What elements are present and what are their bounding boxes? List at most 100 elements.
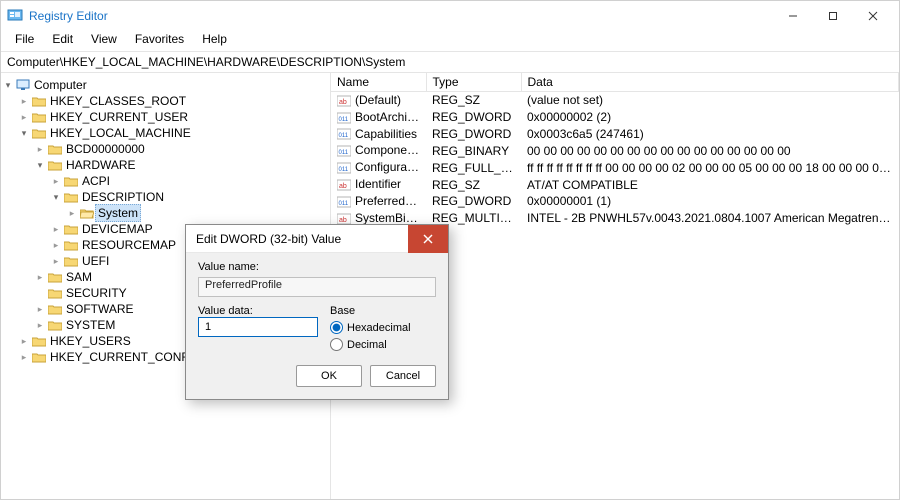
menu-view[interactable]: View [83, 31, 125, 51]
computer-icon [15, 79, 31, 91]
tree-node-label: DESCRIPTION [79, 189, 167, 205]
radio-hexadecimal[interactable]: Hexadecimal [330, 321, 411, 334]
chevron-down-icon[interactable]: ▾ [33, 157, 47, 173]
minimize-button[interactable] [773, 3, 813, 29]
value-type: REG_SZ [426, 92, 521, 109]
tree-node[interactable]: ▸ HKEY_CLASSES_ROOT [1, 93, 330, 109]
tree-node[interactable]: ▾HKEY_LOCAL_MACHINE [1, 125, 330, 141]
tree-node[interactable]: ▸ System [1, 205, 330, 221]
value-row[interactable]: 011PreferredProfileREG_DWORD0x00000001 (… [331, 193, 899, 210]
folder-icon [47, 288, 63, 299]
value-type: REG_SZ [426, 176, 521, 193]
tree-node-label: RESOURCEMAP [79, 237, 179, 253]
chevron-right-icon[interactable]: ▸ [33, 141, 47, 157]
tree-node[interactable]: ▾ DESCRIPTION [1, 189, 330, 205]
chevron-right-icon[interactable]: ▸ [17, 109, 31, 125]
value-data: 0x00000001 (1) [521, 193, 899, 210]
chevron-right-icon[interactable]: ▸ [49, 237, 63, 253]
tree-node-label: UEFI [79, 253, 112, 269]
dialog-body: Value name: PreferredProfile Value data:… [186, 253, 448, 399]
radio-decimal[interactable]: Decimal [330, 338, 411, 351]
tree-node-label: HKEY_CURRENT_CONFIG [47, 349, 204, 365]
value-name: abIdentifier [331, 176, 426, 193]
value-data: 0x00000002 (2) [521, 109, 899, 126]
menu-file[interactable]: File [7, 31, 42, 51]
app-icon [7, 8, 23, 24]
chevron-down-icon[interactable]: ▾ [49, 189, 63, 205]
value-type-icon: 011 [337, 161, 351, 175]
tree-node-label: SAM [63, 269, 95, 285]
tree-node-label: SOFTWARE [63, 301, 137, 317]
chevron-right-icon[interactable]: ▸ [33, 269, 47, 285]
value-data-label: Value data: [198, 305, 318, 317]
chevron-right-icon[interactable]: ▸ [17, 93, 31, 109]
chevron-right-icon[interactable]: ▸ [65, 205, 79, 221]
value-type: REG_BINARY [426, 142, 521, 159]
cancel-button[interactable]: Cancel [370, 365, 436, 387]
chevron-right-icon[interactable]: ▸ [33, 317, 47, 333]
chevron-right-icon[interactable]: ▸ [49, 253, 63, 269]
value-data-input[interactable] [198, 317, 318, 337]
value-type-icon: 011 [337, 195, 351, 209]
tree-node-label: ACPI [79, 173, 113, 189]
menu-help[interactable]: Help [194, 31, 235, 51]
value-row[interactable]: 011CapabilitiesREG_DWORD0x0003c6a5 (2474… [331, 126, 899, 143]
folder-icon [47, 160, 63, 171]
menu-favorites[interactable]: Favorites [127, 31, 192, 51]
value-row[interactable]: 011BootArchitectureREG_DWORD0x00000002 (… [331, 109, 899, 126]
value-type-icon: ab [337, 94, 351, 108]
folder-icon [31, 96, 47, 107]
svg-text:011: 011 [339, 167, 349, 173]
folder-icon [47, 304, 63, 315]
chevron-down-icon[interactable]: ▾ [1, 77, 15, 93]
col-name-header[interactable]: Name [331, 73, 426, 92]
chevron-right-icon[interactable]: ▸ [17, 349, 31, 365]
value-data: 00 00 00 00 00 00 00 00 00 00 00 00 00 0… [521, 142, 899, 159]
col-type-header[interactable]: Type [426, 73, 521, 92]
radio-decimal-label: Decimal [347, 339, 387, 351]
tree-node-label: HKEY_CURRENT_USER [47, 109, 191, 125]
value-name: 011PreferredProfile [331, 193, 426, 210]
radio-hexadecimal-input[interactable] [330, 321, 343, 334]
tree-node[interactable]: ▸ ACPI [1, 173, 330, 189]
col-data-header[interactable]: Data [521, 73, 899, 92]
folder-icon [63, 224, 79, 235]
tree-node[interactable]: ▾ HARDWARE [1, 157, 330, 173]
folder-icon [63, 176, 79, 187]
tree-node-label: HKEY_CLASSES_ROOT [47, 93, 189, 109]
folder-icon [63, 256, 79, 267]
dialog-close-button[interactable] [408, 225, 448, 253]
value-name: 011Configuration D... [331, 159, 426, 176]
tree-node-label: HARDWARE [63, 157, 139, 173]
chevron-right-icon[interactable]: ▸ [33, 301, 47, 317]
folder-icon [47, 320, 63, 331]
folder-icon [31, 352, 47, 363]
tree-node[interactable]: ▸ HKEY_CURRENT_USER [1, 109, 330, 125]
chevron-down-icon[interactable]: ▾ [17, 125, 31, 141]
ok-button[interactable]: OK [296, 365, 362, 387]
chevron-right-icon[interactable]: ▸ [17, 333, 31, 349]
svg-text:011: 011 [339, 117, 349, 123]
menu-edit[interactable]: Edit [44, 31, 81, 51]
value-type: REG_DWORD [426, 109, 521, 126]
address-bar[interactable]: Computer\HKEY_LOCAL_MACHINE\HARDWARE\DES… [1, 51, 899, 73]
chevron-right-icon[interactable]: ▸ [49, 221, 63, 237]
tree-node-label: SECURITY [63, 285, 130, 301]
tree-node[interactable]: ▸BCD00000000 [1, 141, 330, 157]
value-type-icon: 011 [337, 111, 351, 125]
tree-node[interactable]: ▾Computer [1, 77, 330, 93]
maximize-button[interactable] [813, 3, 853, 29]
window-title: Registry Editor [23, 9, 773, 23]
close-button[interactable] [853, 3, 893, 29]
value-row[interactable]: abIdentifierREG_SZAT/AT COMPATIBLE [331, 176, 899, 193]
svg-text:ab: ab [339, 99, 347, 106]
value-row[interactable]: ab(Default)REG_SZ(value not set) [331, 92, 899, 109]
value-data: ff ff ff ff ff ff ff ff 00 00 00 00 02 0… [521, 159, 899, 176]
chevron-right-icon[interactable]: ▸ [49, 173, 63, 189]
folder-icon [79, 208, 95, 219]
address-text: Computer\HKEY_LOCAL_MACHINE\HARDWARE\DES… [7, 55, 405, 69]
radio-decimal-input[interactable] [330, 338, 343, 351]
value-row[interactable]: 011Configuration D...REG_FULL_RESOU...ff… [331, 159, 899, 176]
value-row[interactable]: 011Component Inf...REG_BINARY00 00 00 00… [331, 142, 899, 159]
tree-node-label: System [95, 204, 141, 222]
